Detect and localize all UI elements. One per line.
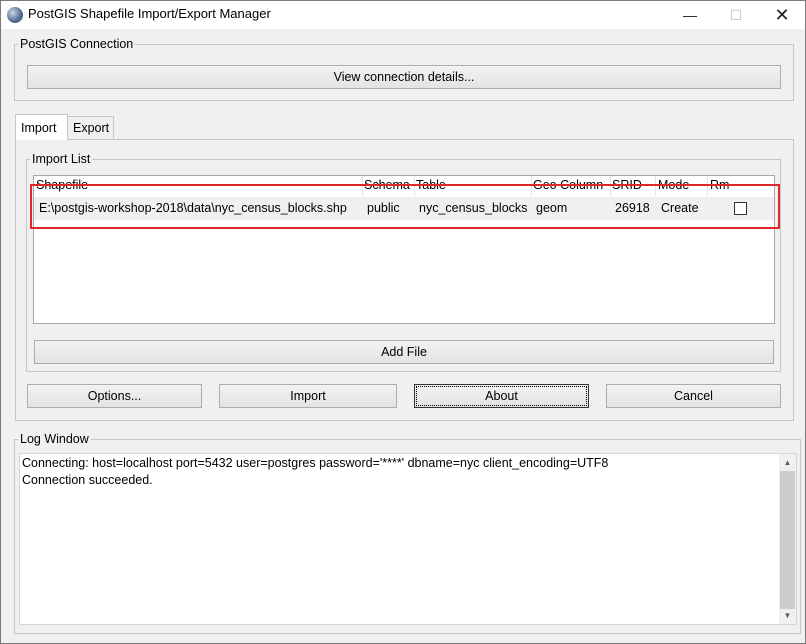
- cell-shapefile: E:\postgis-workshop-2018\data\nyc_census…: [39, 201, 347, 215]
- scroll-thumb[interactable]: [780, 471, 795, 609]
- scroll-down-arrow-icon[interactable]: ▼: [779, 607, 796, 624]
- tab-import[interactable]: Import: [15, 114, 68, 140]
- table-row[interactable]: E:\postgis-workshop-2018\data\nyc_census…: [34, 197, 774, 220]
- cell-schema: public: [367, 201, 400, 215]
- about-button[interactable]: About: [414, 384, 589, 408]
- tab-import-label: Import: [21, 120, 57, 135]
- cell-geo-column: geom: [536, 201, 568, 215]
- column-header-table[interactable]: Table: [416, 178, 446, 192]
- minimize-button[interactable]: —: [667, 1, 713, 29]
- scroll-up-arrow-icon[interactable]: ▲: [779, 454, 796, 471]
- column-separator[interactable]: [414, 176, 415, 196]
- cell-mode[interactable]: Create: [661, 201, 699, 215]
- import-list-table[interactable]: Shapefile Schema Table Geo Column SRID M…: [33, 175, 775, 324]
- cell-table: nyc_census_blocks: [419, 201, 528, 215]
- log-window-legend: Log Window: [20, 432, 89, 446]
- view-connection-details-button[interactable]: View connection details...: [27, 65, 781, 89]
- postgis-globe-icon: [7, 7, 23, 23]
- column-header-shapefile[interactable]: Shapefile: [36, 178, 88, 192]
- column-separator[interactable]: [707, 176, 708, 196]
- log-line: Connection succeeded.: [22, 473, 153, 487]
- tab-export-label: Export: [73, 121, 110, 135]
- tab-export[interactable]: Export: [67, 116, 114, 139]
- maximize-button[interactable]: ☐: [713, 1, 759, 29]
- app-window: PostGIS Shapefile Import/Export Manager …: [0, 0, 806, 644]
- column-separator[interactable]: [531, 176, 532, 196]
- column-separator[interactable]: [362, 176, 363, 196]
- cell-srid: 26918: [615, 201, 650, 215]
- connection-legend: PostGIS Connection: [20, 37, 134, 51]
- import-list-legend: Import List: [32, 152, 91, 166]
- column-separator[interactable]: [610, 176, 611, 196]
- log-line: Connecting: host=localhost port=5432 use…: [22, 456, 609, 470]
- add-file-button[interactable]: Add File: [34, 340, 774, 364]
- cancel-button[interactable]: Cancel: [606, 384, 781, 408]
- log-scrollbar[interactable]: ▲ ▼: [779, 454, 796, 624]
- options-button[interactable]: Options...: [27, 384, 202, 408]
- import-button[interactable]: Import: [219, 384, 397, 408]
- column-header-geo-column[interactable]: Geo Column: [533, 178, 603, 192]
- column-header-rm[interactable]: Rm: [710, 178, 729, 192]
- column-header-mode[interactable]: Mode: [658, 178, 689, 192]
- log-text-area[interactable]: Connecting: host=localhost port=5432 use…: [19, 453, 797, 625]
- window-title: PostGIS Shapefile Import/Export Manager: [28, 6, 271, 21]
- close-button[interactable]: ✕: [759, 1, 805, 29]
- rm-checkbox[interactable]: [734, 202, 747, 215]
- column-header-srid[interactable]: SRID: [612, 178, 642, 192]
- column-separator[interactable]: [655, 176, 656, 196]
- title-bar[interactable]: PostGIS Shapefile Import/Export Manager …: [1, 1, 805, 29]
- column-header-schema[interactable]: Schema: [364, 178, 410, 192]
